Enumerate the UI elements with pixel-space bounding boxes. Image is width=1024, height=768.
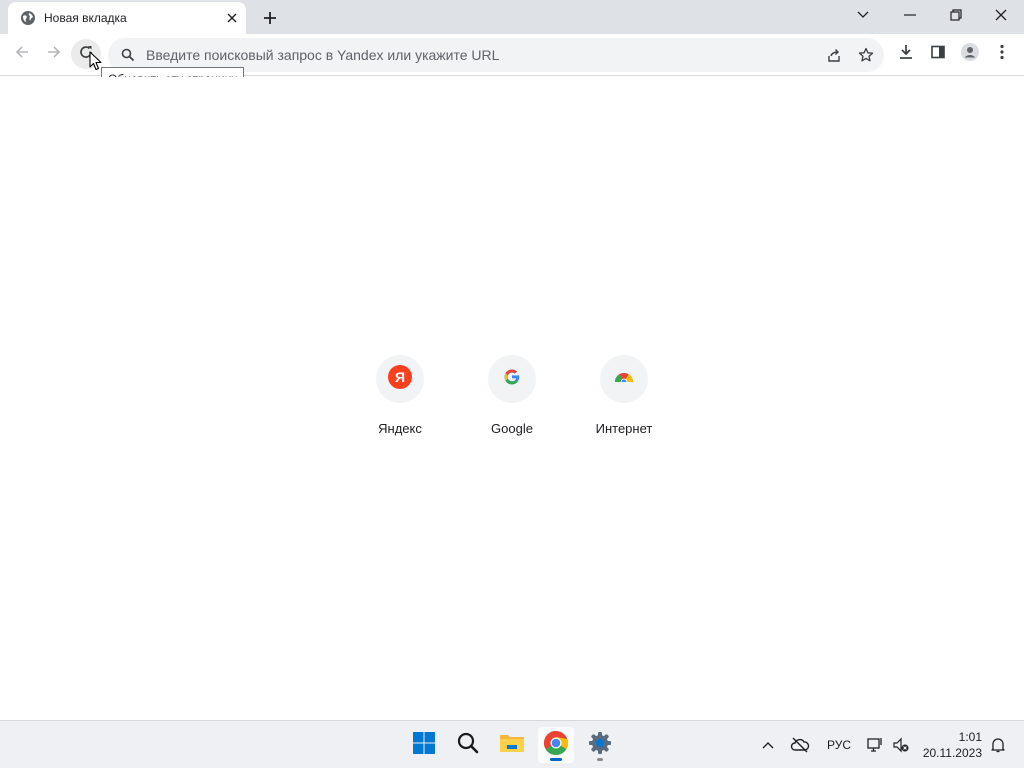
new-tab-page: Я Яндекс Google Интернет (0, 77, 1024, 720)
download-button[interactable] (891, 39, 921, 69)
minimize-button[interactable] (887, 0, 933, 30)
yandex-icon: Я (388, 364, 412, 394)
shortcut-label: Google (491, 421, 533, 436)
shortcut-tile (600, 355, 648, 403)
download-icon (898, 44, 914, 65)
shortcut-tile (488, 355, 536, 403)
svg-text:Я: Я (395, 369, 405, 385)
restore-button[interactable] (933, 0, 979, 30)
search-icon (120, 47, 136, 63)
side-panel-icon (930, 44, 946, 65)
clock-time: 1:01 (958, 730, 982, 744)
tab-search-chevron-icon[interactable] (840, 0, 886, 30)
shortcut-internet[interactable]: Интернет (568, 355, 680, 455)
running-indicator (597, 758, 603, 761)
browser-window: Новая вкладка Введите поисковый запрос в… (0, 0, 1024, 768)
bookmark-star-icon[interactable] (852, 41, 880, 69)
shortcut-tile: Я (376, 355, 424, 403)
close-tab-icon[interactable] (222, 8, 242, 28)
side-panel-button[interactable] (923, 39, 953, 69)
shortcut-label: Интернет (595, 421, 653, 436)
shortcut-google[interactable]: Google (456, 355, 568, 455)
new-tab-button[interactable] (258, 6, 282, 30)
volume-muted-icon[interactable] (890, 733, 912, 757)
file-explorer-icon (499, 731, 525, 760)
arrow-right-icon (46, 44, 62, 65)
notification-bell-icon[interactable] (988, 733, 1008, 757)
avatar-icon (960, 42, 980, 67)
forward-button[interactable] (39, 39, 69, 69)
tab-new-tab[interactable]: Новая вкладка (8, 2, 246, 34)
mouse-cursor-icon (89, 51, 103, 71)
tab-title: Новая вкладка (44, 11, 127, 25)
shortcut-yandex[interactable]: Я Яндекс (344, 355, 456, 455)
shortcut-label: Яндекс (378, 421, 422, 436)
onedrive-offline-icon[interactable] (788, 733, 812, 757)
tab-strip: Новая вкладка (0, 0, 1024, 34)
clock[interactable]: 1:01 20.11.2023 (920, 729, 982, 761)
search-icon (456, 731, 480, 760)
chrome-icon (543, 730, 569, 761)
chrome-taskbar-button[interactable] (538, 727, 574, 763)
close-window-button[interactable] (978, 0, 1024, 30)
start-button[interactable] (406, 727, 442, 763)
arrow-left-icon (14, 44, 30, 65)
network-icon[interactable] (864, 733, 886, 757)
address-input[interactable] (146, 47, 786, 63)
clock-date: 20.11.2023 (922, 746, 982, 760)
globe-icon (20, 10, 36, 26)
input-language-indicator[interactable]: РУС (824, 733, 854, 757)
profile-button[interactable] (955, 39, 985, 69)
running-indicator (550, 758, 562, 761)
windows-start-icon (412, 731, 436, 760)
show-hidden-icons-chevron-icon[interactable] (758, 733, 778, 757)
chrome-web-store-icon (613, 366, 635, 393)
kebab-menu-icon (1000, 44, 1004, 65)
back-button[interactable] (7, 39, 37, 69)
menu-button[interactable] (987, 39, 1017, 69)
settings-icon (588, 731, 612, 760)
google-icon (502, 367, 522, 392)
taskbar: РУС 1:01 20.11.2023 (0, 720, 1024, 768)
share-icon[interactable] (820, 41, 848, 69)
file-explorer-button[interactable] (494, 727, 530, 763)
settings-taskbar-button[interactable] (582, 727, 618, 763)
taskbar-search-button[interactable] (450, 727, 486, 763)
